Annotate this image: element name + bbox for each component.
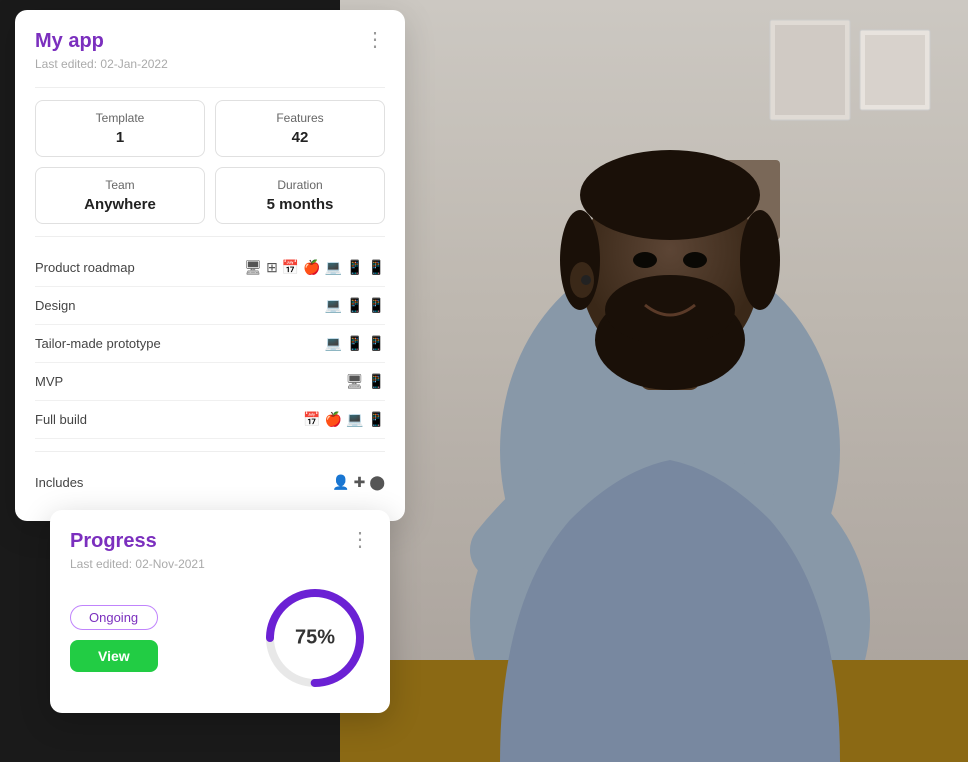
progress-subtitle: Last edited: 02-Nov-2021 <box>70 557 370 571</box>
icon-apple: 🍎 <box>303 259 320 276</box>
feature-fullbuild: Full build 📅 🍎 💻 📱 <box>35 401 385 439</box>
feature-label: Product roadmap <box>35 260 135 275</box>
progress-menu-icon[interactable]: ⋮ <box>350 530 370 550</box>
feature-mvp: MVP 🖥 📱 <box>35 363 385 401</box>
card-divider-top <box>35 87 385 88</box>
card-divider-mid <box>35 236 385 237</box>
card-progress: Progress ⋮ Last edited: 02-Nov-2021 Ongo… <box>50 510 390 713</box>
stat-team-value: Anywhere <box>50 196 190 213</box>
icon-laptop: 💻 <box>346 411 363 428</box>
icon-tablet: 📱 <box>346 259 363 276</box>
stat-template-value: 1 <box>50 129 190 146</box>
icon-mobile: 📱 <box>368 411 385 428</box>
icon-tablet: 📱 <box>346 297 363 314</box>
myapp-menu-icon[interactable]: ⋮ <box>365 30 385 50</box>
feature-icons: 💻 📱 📱 <box>325 335 385 352</box>
stat-template: Template 1 <box>35 100 205 157</box>
icon-desktop: 🖥 <box>244 259 262 276</box>
feature-icons: 🖥 ⊞ 📅 🍎 💻 📱 📱 <box>244 259 385 276</box>
view-button[interactable]: View <box>70 640 158 672</box>
myapp-title: My app <box>35 30 104 53</box>
progress-circle: 75% <box>260 583 370 693</box>
stat-duration-value: 5 months <box>230 196 370 213</box>
stat-features-value: 42 <box>230 129 370 146</box>
feature-includes: Includes 👤 ✚ ⬤ <box>35 464 385 501</box>
feature-label: Tailor-made prototype <box>35 336 161 351</box>
progress-percent-text: 75% <box>295 627 335 650</box>
card-divider-bottom <box>35 451 385 452</box>
stats-grid: Template 1 Features 42 Team Anywhere Dur… <box>35 100 385 224</box>
icon-apple: 🍎 <box>325 411 342 428</box>
stat-duration-label: Duration <box>230 178 370 192</box>
stat-features-label: Features <box>230 111 370 125</box>
icon-mobile: 📱 <box>368 335 385 352</box>
stat-features: Features 42 <box>215 100 385 157</box>
feature-design: Design 💻 📱 📱 <box>35 287 385 325</box>
feature-icons: 💻 📱 📱 <box>325 297 385 314</box>
icon-circle: ⬤ <box>369 474 385 491</box>
icon-laptop: 💻 <box>325 335 342 352</box>
progress-title: Progress <box>70 530 157 553</box>
includes-icons: 👤 ✚ ⬤ <box>332 474 385 491</box>
feature-icons: 📅 🍎 💻 📱 <box>303 411 385 428</box>
card-myapp: My app ⋮ Last edited: 02-Jan-2022 Templa… <box>15 10 405 521</box>
progress-content: Ongoing View 75% <box>70 583 370 693</box>
icon-mobile: 📱 <box>368 297 385 314</box>
stat-duration: Duration 5 months <box>215 167 385 224</box>
feature-product-roadmap: Product roadmap 🖥 ⊞ 📅 🍎 💻 📱 📱 <box>35 249 385 287</box>
icon-calendar: 📅 <box>282 259 299 276</box>
icon-laptop: 💻 <box>325 259 342 276</box>
feature-prototype: Tailor-made prototype 💻 📱 📱 <box>35 325 385 363</box>
icon-mobile: 📱 <box>368 259 385 276</box>
icon-tablet: 📱 <box>346 335 363 352</box>
myapp-subtitle: Last edited: 02-Jan-2022 <box>35 57 385 71</box>
icon-desktop: 🖥 <box>346 373 364 390</box>
icon-grid: ⊞ <box>266 259 278 276</box>
progress-left: Ongoing View <box>70 605 158 672</box>
icon-plus: ✚ <box>354 474 366 491</box>
feature-icons: 🖥 📱 <box>346 373 385 390</box>
stat-team: Team Anywhere <box>35 167 205 224</box>
icon-laptop: 💻 <box>325 297 342 314</box>
feature-label: MVP <box>35 374 63 389</box>
includes-label: Includes <box>35 475 83 490</box>
photo-background <box>340 0 968 762</box>
icon-calendar: 📅 <box>303 411 320 428</box>
icon-person: 👤 <box>332 474 349 491</box>
feature-label: Design <box>35 298 75 313</box>
icon-mobile: 📱 <box>368 373 385 390</box>
feature-label: Full build <box>35 412 87 427</box>
stat-template-label: Template <box>50 111 190 125</box>
stat-team-label: Team <box>50 178 190 192</box>
status-badge: Ongoing <box>70 605 158 630</box>
